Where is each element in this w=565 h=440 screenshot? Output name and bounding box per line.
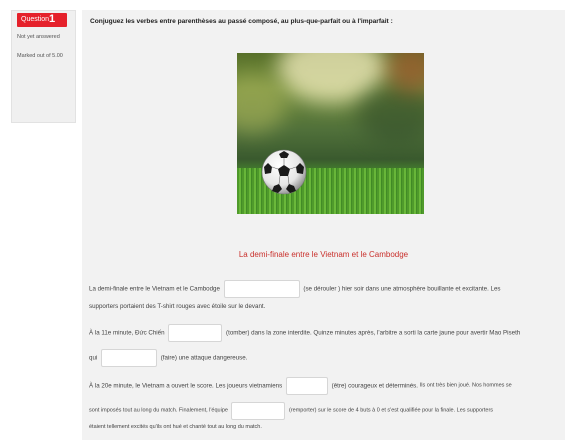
text-line-6: sont imposés tout au long du match. Fina…	[89, 402, 493, 420]
answer-input-4[interactable]	[285, 377, 328, 395]
text-line-3: À la 11e minute, Đức Chiến (tomber) dans…	[89, 324, 520, 342]
text-line-5: À la 20e minute, le Vietnam a ouvert le …	[89, 377, 512, 395]
answer-input-1[interactable]	[223, 280, 300, 298]
text-line-2: supporters portaient des T-shirt rouges …	[89, 303, 266, 310]
question-label: Question	[21, 16, 50, 23]
answer-input-2[interactable]	[168, 324, 223, 342]
question-instruction: Conjuguez les verbes entre parenthèses a…	[90, 18, 393, 25]
story-title: La demi-finale entre le Vietnam et le Ca…	[238, 250, 409, 259]
question-marks: Marked out of 5.00	[17, 53, 63, 59]
question-info-panel: Question 1 Not yet answered Marked out o…	[11, 10, 76, 123]
question-status: Not yet answered	[17, 34, 60, 40]
question-number-badge: Question 1	[17, 13, 67, 27]
text-line-7: étaient tellement excités qu'ils ont hué…	[89, 424, 262, 430]
question-number: 1	[49, 13, 56, 25]
football-icon	[261, 149, 307, 195]
answer-input-3[interactable]	[101, 349, 157, 367]
football-image	[237, 53, 424, 214]
text-line-4: qui (faire) une attaque dangereuse.	[89, 349, 247, 367]
text-line-1: La demi-finale entre le Vietnam et le Ca…	[89, 280, 501, 298]
question-content: Conjuguez les verbes entre parenthèses a…	[82, 10, 565, 440]
answer-input-5[interactable]	[231, 402, 286, 420]
